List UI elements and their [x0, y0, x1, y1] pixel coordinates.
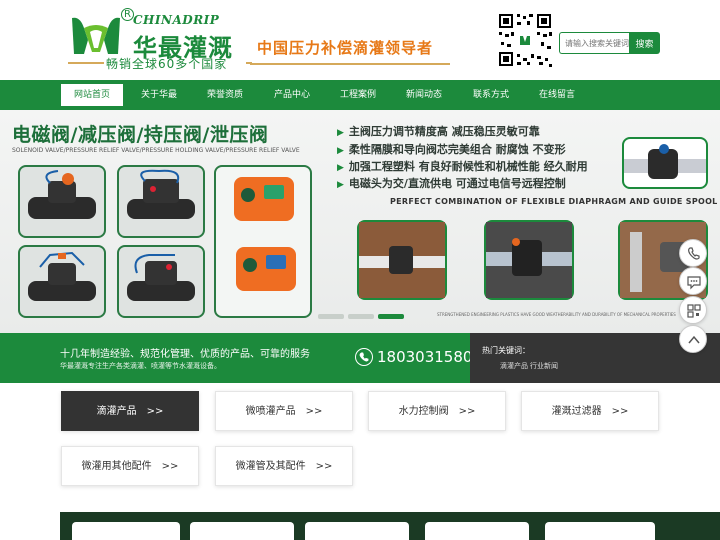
valve-icon: [127, 169, 195, 219]
slide-dot[interactable]: [318, 314, 344, 319]
nav-item-news[interactable]: 新闻动态: [394, 80, 454, 110]
float-chat-button[interactable]: [679, 267, 707, 295]
valve-pipe-image: [622, 137, 708, 189]
site-header: R CHINADRIP 华最灌溉 畅销全球60多个国家 中国压力补偿滴灌领导者 …: [0, 0, 720, 80]
qr-code-icon: [497, 12, 553, 68]
field-image: [357, 220, 447, 300]
nav-item-honors[interactable]: 荣誉资质: [195, 80, 255, 110]
field-image: [484, 220, 574, 300]
banner-footnote: STRENGTHENED ENGINEERING PLASTICS HAVE G…: [437, 312, 676, 317]
logo-slogan: 畅销全球60多个国家: [106, 57, 228, 71]
chevron-right-icon: >>: [315, 461, 333, 472]
chevron-right-icon: >>: [458, 406, 476, 417]
banner-title: 电磁阀/减压阀/持压阀/泄压阀: [12, 124, 269, 146]
controller-image: [214, 165, 312, 318]
product-card[interactable]: [305, 522, 409, 540]
banner-bullet-4: 电磁头为交/直流供电 可通过电信号远程控制: [337, 175, 566, 191]
info-main: 十几年制造经验、规范化管理、优质的产品、可靠的服务: [60, 349, 310, 360]
valve-image: [117, 165, 205, 238]
header-tagline: 中国压力补偿滴灌领导者: [257, 39, 434, 57]
banner-bullet-2: 柔性隔膜和导向阀芯完美组合 耐腐蚀 不变形: [337, 141, 566, 157]
valve-image: [18, 165, 106, 238]
info-sub: 华最灌溉专注生产各类滴灌、喷灌等节水灌溉设备。: [60, 362, 221, 370]
hot-keyword-link[interactable]: 行业新闻: [530, 361, 558, 371]
category-micro-sprinkler[interactable]: 微喷灌产品 >>: [215, 391, 353, 431]
category-hydraulic-valve[interactable]: 水力控制阀 >>: [368, 391, 506, 431]
info-bar: 十几年制造经验、规范化管理、优质的产品、可靠的服务 华最灌溉专注生产各类滴灌、喷…: [0, 333, 482, 383]
float-qr-button[interactable]: [679, 296, 707, 324]
category-label: 灌溉过滤器: [551, 406, 602, 417]
valve-image: [18, 245, 106, 318]
category-filter[interactable]: 灌溉过滤器 >>: [521, 391, 659, 431]
chat-icon: [687, 276, 701, 290]
nav-item-cases[interactable]: 工程案例: [328, 80, 388, 110]
hot-keyword-link[interactable]: 滴灌产品: [500, 361, 528, 371]
slide-dot-active[interactable]: [378, 314, 404, 319]
qr-icon: [687, 304, 701, 318]
main-nav: 网站首页 关于华最 荣誉资质 产品中心 工程案例 新闻动态 联系方式 在线留言: [0, 80, 720, 110]
hero-banner[interactable]: 电磁阀/减压阀/持压阀/泄压阀 SOLENOID VALVE/PRESSURE …: [0, 110, 720, 333]
float-phone-button[interactable]: [679, 239, 707, 267]
phone-icon: [355, 348, 373, 366]
back-to-top-button[interactable]: [679, 325, 707, 353]
banner-bullet-1: 主阀压力调节精度高 减压稳压灵敏可靠: [337, 123, 540, 139]
banner-bullet-3: 加强工程塑料 有良好耐候性和机械性能 经久耐用: [337, 158, 588, 174]
slide-dot[interactable]: [348, 314, 374, 319]
valve-image: [117, 245, 205, 318]
back-to-top-icon: [688, 335, 700, 344]
category-label: 微灌管及其配件: [235, 461, 306, 472]
chevron-right-icon: >>: [611, 406, 629, 417]
hot-keywords-label: 热门关键词：: [482, 346, 530, 355]
nav-item-products[interactable]: 产品中心: [262, 80, 322, 110]
chevron-right-icon: >>: [161, 461, 179, 472]
category-label: 水力控制阀: [398, 406, 449, 417]
product-card[interactable]: [545, 522, 655, 540]
product-card[interactable]: [425, 522, 529, 540]
field-icon: [359, 222, 445, 298]
controller-icon: [234, 177, 296, 291]
logo-english: CHINADRIP: [133, 13, 220, 27]
phone-number[interactable]: 18030315800: [377, 348, 482, 366]
product-card[interactable]: [72, 522, 180, 540]
category-label: 滴灌产品: [96, 406, 137, 417]
category-label: 微喷灌产品: [245, 406, 296, 417]
logo-icon[interactable]: [70, 14, 122, 58]
chevron-right-icon: >>: [305, 406, 323, 417]
category-label: 微灌用其他配件: [81, 461, 152, 472]
search-button[interactable]: 搜索: [629, 32, 660, 54]
nav-item-message[interactable]: 在线留言: [527, 80, 587, 110]
banner-feature: PERFECT COMBINATION OF FLEXIBLE DIAPHRAG…: [390, 197, 718, 206]
tagline-underline: [250, 63, 450, 65]
field-icon: [486, 222, 572, 298]
nav-item-about[interactable]: 关于华最: [129, 80, 189, 110]
chevron-right-icon: >>: [146, 406, 164, 417]
search-input[interactable]: [559, 32, 629, 54]
category-other-accessories[interactable]: 微灌用其他配件 >>: [61, 446, 199, 486]
category-pipe-accessories[interactable]: 微灌管及其配件 >>: [215, 446, 353, 486]
valve-icon: [127, 254, 195, 301]
phone-icon: [688, 247, 700, 260]
banner-subtitle: SOLENOID VALVE/PRESSURE RELIEF VALVE/PRE…: [12, 147, 300, 154]
pipe-icon: [624, 144, 706, 179]
product-card[interactable]: [190, 522, 294, 540]
valve-icon: [28, 251, 96, 301]
valve-icon: [28, 170, 96, 219]
slogan-divider-left: [68, 62, 104, 64]
category-drip-products[interactable]: 滴灌产品 >>: [61, 391, 199, 431]
nav-item-home[interactable]: 网站首页: [61, 84, 123, 106]
nav-item-contact[interactable]: 联系方式: [461, 80, 521, 110]
